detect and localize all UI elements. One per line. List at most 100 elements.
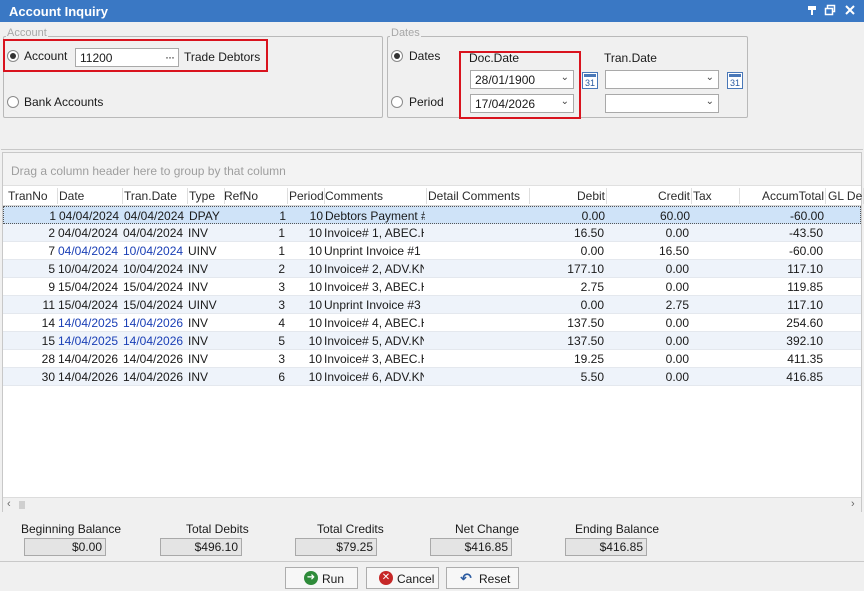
cell-refno: 3: [278, 352, 285, 366]
cell-tranno: 30: [41, 370, 55, 384]
table-row[interactable]: 7 04/04/2024 10/04/2024 UINV 1 10 Unprint Invo…: [3, 242, 861, 260]
cell-accum: 117.10: [787, 262, 823, 276]
close-icon[interactable]: [843, 4, 857, 18]
column-separator[interactable]: [426, 188, 427, 204]
cell-date: 14/04/2025: [58, 316, 119, 330]
beginning-balance-label: Beginning Balance: [21, 522, 122, 536]
cell-credit: 2.75: [665, 298, 689, 312]
bank-accounts-radio[interactable]: [7, 96, 19, 108]
scroll-left-icon[interactable]: ‹: [7, 498, 11, 510]
cell-comments: Invoice# 3, ABEC.HC: [324, 280, 424, 294]
cell-type: INV: [188, 370, 209, 384]
table-row[interactable]: 15 14/04/2025 14/04/2026 INV 5 10 Invoice# 5, …: [3, 332, 861, 350]
cell-tranno: 5: [48, 262, 55, 276]
cell-date: 10/04/2024: [58, 262, 119, 276]
cancel-button[interactable]: ✕ Cancel: [366, 567, 439, 589]
calendar-icon[interactable]: 31: [727, 72, 743, 89]
cell-period: 10: [308, 298, 322, 312]
group-by-area[interactable]: Drag a column header here to group by th…: [3, 153, 861, 186]
cell-refno: 3: [278, 298, 285, 312]
transactions-grid: Drag a column header here to group by th…: [2, 152, 864, 512]
doc-date-from-input[interactable]: 28/01/1900 ⌄: [470, 70, 574, 89]
tran-date-to-input[interactable]: ⌄: [605, 94, 719, 113]
table-row[interactable]: 5 10/04/2024 10/04/2024 INV 2 10 Invoice# 2, A…: [3, 260, 861, 278]
dates-radio[interactable]: [391, 50, 403, 62]
column-separator[interactable]: [691, 188, 692, 204]
cancel-x-icon: ✕: [379, 571, 393, 585]
column-header-date[interactable]: Date: [59, 189, 121, 203]
cell-credit: 0.00: [665, 370, 689, 384]
column-separator[interactable]: [287, 188, 288, 204]
cell-debit: 0.00: [580, 298, 604, 312]
restore-icon[interactable]: [823, 4, 837, 18]
account-input[interactable]: 11200 ···: [75, 48, 179, 67]
cell-date: 04/04/2024: [58, 244, 119, 258]
cell-tranno: 28: [41, 352, 55, 366]
cell-accum: 416.85: [786, 370, 823, 384]
table-row[interactable]: 9 15/04/2024 15/04/2024 INV 3 10 Invoice# 3, A…: [3, 278, 861, 296]
run-button[interactable]: ➜ Run: [285, 567, 358, 589]
cell-trandate: 10/04/2024: [123, 262, 184, 276]
total-credits-label: Total Credits: [317, 522, 384, 536]
doc-date-label: Doc.Date: [469, 51, 520, 65]
cell-accum: -60.00: [789, 209, 824, 223]
cell-debit: 2.75: [580, 280, 604, 294]
reset-button[interactable]: ↶ Reset: [446, 567, 519, 589]
column-separator[interactable]: [739, 188, 740, 204]
dates-group-legend: Dates: [390, 27, 421, 39]
column-header-debit[interactable]: Debit: [524, 189, 605, 203]
cell-debit: 0.00: [580, 244, 604, 258]
table-row[interactable]: 28 14/04/2026 14/04/2026 INV 3 10 Invoice# 3, …: [3, 350, 861, 368]
cell-comments: Invoice# 3, ABEC.HC: [324, 352, 424, 366]
chevron-down-icon[interactable]: ⌄: [706, 96, 714, 107]
cell-refno: 4: [278, 316, 285, 330]
cell-tranno: 2: [48, 226, 55, 240]
cell-debit: 16.50: [573, 226, 604, 240]
chevron-down-icon[interactable]: ⌄: [561, 72, 569, 83]
title-bar: Account Inquiry: [0, 0, 864, 22]
lookup-button[interactable]: ···: [165, 50, 175, 64]
chevron-down-icon[interactable]: ⌄: [706, 72, 714, 83]
cell-credit: 0.00: [665, 316, 689, 330]
column-separator[interactable]: [57, 188, 58, 204]
column-header-accumtotal[interactable]: AccumTotal: [742, 189, 824, 203]
column-separator[interactable]: [606, 188, 607, 204]
horizontal-scrollbar[interactable]: ‹ ›: [3, 497, 861, 512]
cell-credit: 0.00: [665, 226, 689, 240]
column-header-tran-date[interactable]: Tran.Date: [124, 189, 186, 203]
column-header-type[interactable]: Type: [189, 189, 223, 203]
tran-date-from-input[interactable]: ⌄: [605, 70, 719, 89]
pin-icon[interactable]: [805, 4, 819, 18]
chevron-down-icon[interactable]: ⌄: [561, 96, 569, 107]
column-header-tax[interactable]: Tax: [693, 189, 738, 203]
scroll-right-icon[interactable]: ›: [851, 498, 855, 510]
column-header-detail-comments[interactable]: Detail Comments: [428, 189, 528, 203]
bank-accounts-label: Bank Accounts: [24, 95, 104, 109]
table-row[interactable]: 1 04/04/2024 04/04/2024 DPAY 1 10 Debtors Paym…: [3, 206, 861, 224]
period-radio[interactable]: [391, 96, 403, 108]
table-row[interactable]: 14 14/04/2025 14/04/2026 INV 4 10 Invoice# 4, …: [3, 314, 861, 332]
column-header-comments[interactable]: Comments: [325, 189, 425, 203]
doc-date-to-input[interactable]: 17/04/2026 ⌄: [470, 94, 574, 113]
column-separator[interactable]: [122, 188, 123, 204]
calendar-icon[interactable]: 31: [582, 72, 598, 89]
cell-credit: 16.50: [658, 244, 689, 258]
cell-trandate: 10/04/2024: [123, 244, 184, 258]
column-header-tranno[interactable]: TranNo: [8, 189, 56, 203]
ending-balance-value: $416.85: [565, 538, 647, 556]
column-header-gl-dept[interactable]: GL Dept: [828, 189, 864, 203]
column-separator[interactable]: [187, 188, 188, 204]
account-radio[interactable]: [7, 50, 19, 62]
cell-tranno: 7: [48, 244, 55, 258]
table-row[interactable]: 11 15/04/2024 15/04/2024 UINV 3 10 Unprint Inv…: [3, 296, 861, 314]
cell-debit: 0.00: [581, 209, 605, 223]
column-header-refno[interactable]: RefNo: [224, 189, 286, 203]
scroll-thumb[interactable]: [19, 501, 25, 509]
column-separator[interactable]: [825, 188, 826, 204]
cell-date: 04/04/2024: [58, 226, 119, 240]
table-row[interactable]: 30 14/04/2026 14/04/2026 INV 6 10 Invoice# 6, …: [3, 368, 861, 386]
column-header-period[interactable]: Period: [289, 189, 324, 203]
table-row[interactable]: 2 04/04/2024 04/04/2024 INV 1 10 Invoice# 1, A…: [3, 224, 861, 242]
column-header-credit[interactable]: Credit: [608, 189, 690, 203]
cell-trandate: 14/04/2026: [123, 370, 184, 384]
